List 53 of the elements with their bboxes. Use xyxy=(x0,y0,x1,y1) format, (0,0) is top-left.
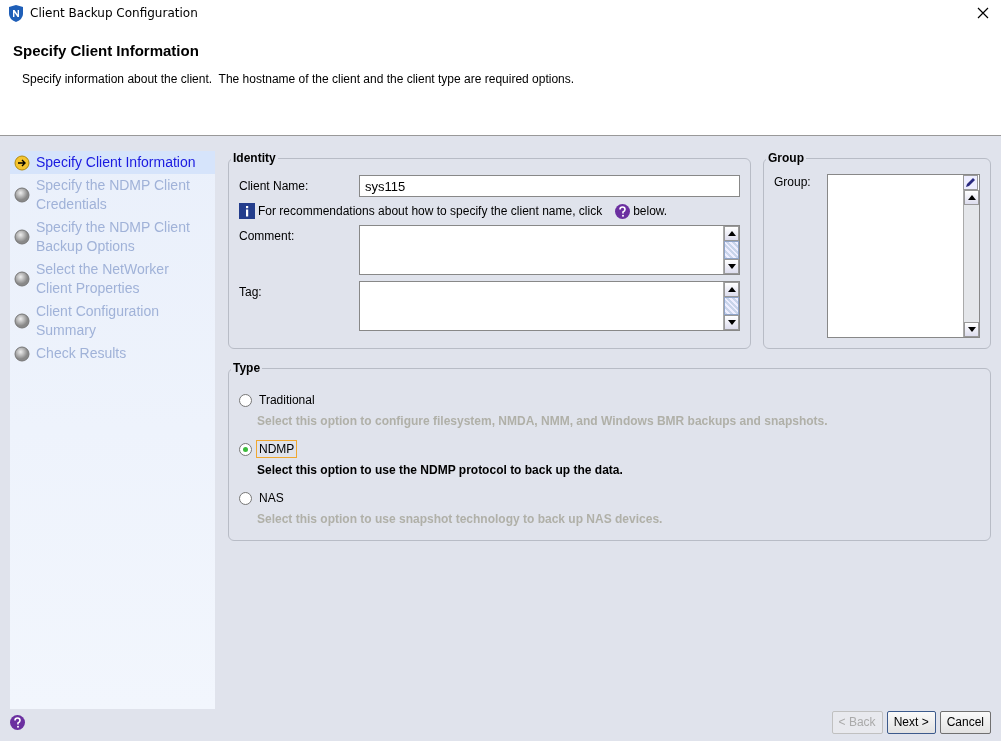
scroll-down-button[interactable] xyxy=(724,315,739,330)
bullet-icon xyxy=(14,271,30,287)
help-icon[interactable] xyxy=(615,203,631,219)
up-triangle-icon xyxy=(727,287,736,292)
down-triangle-icon xyxy=(727,320,736,325)
radio-label[interactable]: NDMP xyxy=(256,440,298,458)
info-icon xyxy=(239,203,255,219)
hint-text: For recommendations about how to specify the client name, click xyxy=(258,204,603,218)
option-description: Select this option to configure filesystem, NMDA, NMM, and Windows BMR backups and snapshots. xyxy=(257,414,829,428)
scrollbar[interactable] xyxy=(723,226,739,274)
shield-logo-icon xyxy=(8,4,24,22)
bullet-icon xyxy=(14,345,30,362)
bullet-icon xyxy=(14,313,30,329)
radio-button[interactable] xyxy=(239,442,252,456)
scroll-down-button[interactable] xyxy=(724,259,739,274)
radio-label[interactable]: NAS xyxy=(256,489,287,507)
wizard-button[interactable]: Cancel xyxy=(939,710,991,734)
radio-button[interactable] xyxy=(239,491,252,505)
wizard-button[interactable]: Next > xyxy=(886,710,936,734)
page-title: Specify Client Information xyxy=(13,42,200,59)
scroll-down-button[interactable] xyxy=(964,322,979,337)
scroll-up-button[interactable] xyxy=(724,226,739,241)
scroll-up-button[interactable] xyxy=(964,190,979,205)
field-label: Comment: xyxy=(239,228,296,243)
down-triangle-icon xyxy=(727,264,736,269)
radio-button[interactable] xyxy=(239,393,252,407)
bullet-icon xyxy=(14,187,30,203)
up-triangle-icon xyxy=(727,231,736,236)
bullet-icon xyxy=(14,229,30,245)
wizard-step[interactable]: Specify Client Information xyxy=(10,151,215,174)
up-triangle-icon xyxy=(967,195,976,200)
field-label: Tag: xyxy=(239,284,263,299)
option-description: Select this option to use the NDMP protocol to back up the data. xyxy=(257,463,624,477)
panel-legend: Type xyxy=(231,361,263,375)
help-icon[interactable] xyxy=(10,714,25,730)
scroll-up-button[interactable] xyxy=(724,282,739,297)
scrollbar[interactable] xyxy=(963,190,979,337)
arrow-bullet-icon xyxy=(14,154,30,171)
scroll-thumb[interactable] xyxy=(724,297,739,315)
panel-legend: Group xyxy=(766,151,806,165)
scroll-thumb[interactable] xyxy=(724,241,739,259)
hint-text: below. xyxy=(633,204,668,218)
field-label: Client Name: xyxy=(239,178,310,193)
radio-label[interactable]: Traditional xyxy=(256,391,318,409)
panel-legend: Identity xyxy=(231,151,278,165)
field-label: Group: xyxy=(774,174,812,191)
page-description: Specify information about the client. The hostname of the client and the client type are required options. xyxy=(22,72,576,86)
down-triangle-icon xyxy=(967,327,976,332)
pencil-icon[interactable] xyxy=(963,175,978,190)
option-description: Select this option to use snapshot technology to back up NAS devices. xyxy=(257,512,664,526)
scrollbar[interactable] xyxy=(723,282,739,330)
window-title: Client Backup Configuration xyxy=(30,6,199,20)
input-field[interactable]: sys115 xyxy=(359,175,740,197)
